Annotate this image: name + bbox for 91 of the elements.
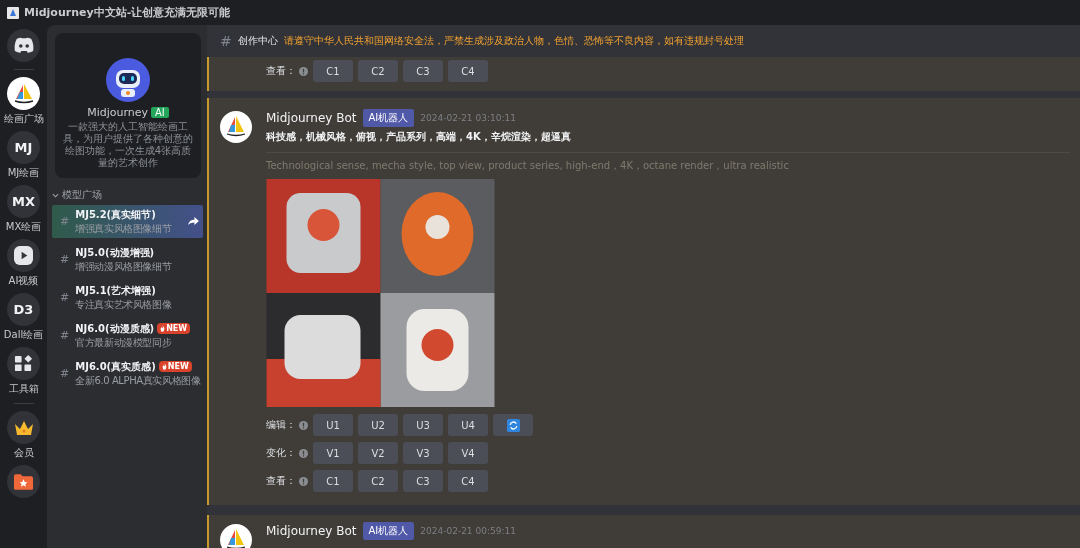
hash-icon: # — [60, 329, 70, 342]
author-name: Midjourney Bot — [266, 524, 357, 538]
prompt-text: 科技感，机械风格，俯视，产品系列，高端，4K，辛烷渲染，超逼真 — [266, 130, 1070, 153]
channel-title: 创作中心 — [237, 34, 278, 48]
bot-badge: AI机器人 — [362, 109, 415, 127]
action-button[interactable]: V3 — [403, 442, 443, 464]
share-icon — [188, 217, 199, 226]
action-button[interactable]: V2 — [358, 442, 398, 464]
flame-icon — [160, 325, 166, 332]
flame-icon — [161, 363, 167, 370]
channel-title: NJ5.0(动漫增强) — [75, 245, 155, 260]
action-button[interactable]: U4 — [448, 414, 488, 436]
bot-avatar — [220, 524, 252, 548]
rail-label: 绘画广场 — [3, 112, 44, 126]
hash-icon: # — [220, 33, 232, 49]
channel-title: MJ6.0(真实质感) — [75, 359, 156, 374]
info-icon — [299, 476, 308, 486]
rail-label: MJ绘画 — [7, 166, 40, 180]
rail-mark: MX — [12, 194, 35, 209]
apps-icon — [14, 354, 33, 373]
info-icon — [299, 66, 308, 76]
action-button[interactable]: V4 — [448, 442, 488, 464]
channel-title: MJ5.2(真实细节) — [75, 207, 156, 222]
folder-icon — [13, 472, 34, 491]
rail-label: 工具箱 — [8, 382, 39, 396]
discord-button[interactable] — [7, 29, 40, 62]
bot-badge: AI机器人 — [362, 522, 415, 540]
action-button[interactable]: U3 — [403, 414, 443, 436]
action-button[interactable]: C3 — [403, 470, 443, 492]
rail-label: Dall绘画 — [3, 328, 44, 342]
row-label: 变化： — [266, 446, 296, 460]
channel-item[interactable]: # NJ6.0(动漫质感) NEW 官方最新动漫模型同步 — [52, 319, 203, 352]
action-button[interactable]: V1 — [313, 442, 353, 464]
notice-text: 请遵守中华人民共和国网络安全法，严禁生成涉及政治人物，色情、恐怖等不良内容，如有违规封号处理 — [283, 34, 744, 48]
section-header[interactable]: 模型广场 — [52, 188, 203, 202]
game-controller-icon — [12, 37, 35, 54]
rail-label: AI视频 — [8, 274, 39, 288]
profile-name: Midjourney — [87, 106, 149, 119]
robot-avatar — [106, 58, 150, 102]
refresh-icon — [506, 418, 520, 432]
play-icon — [14, 246, 33, 265]
new-badge: NEW — [157, 323, 191, 334]
row-label: 查看： — [266, 474, 296, 488]
row-label: 编辑： — [266, 418, 296, 432]
channel-subtitle: 官方最新动漫模型同步 — [75, 335, 173, 350]
channel-subtitle: 专注真实艺术风格图像 — [75, 297, 173, 312]
rail-button[interactable] — [7, 411, 40, 444]
rail-button[interactable] — [7, 239, 40, 272]
rail-button[interactable]: D3 — [7, 293, 40, 326]
info-icon — [299, 448, 308, 458]
rail-button[interactable]: MJ — [7, 131, 40, 164]
channel-subtitle: 增强真实风格图像细节 — [75, 221, 173, 236]
hash-icon: # — [60, 253, 70, 266]
rail-label: MX绘画 — [5, 220, 42, 234]
action-button[interactable]: C1 — [313, 60, 353, 82]
new-badge: NEW — [158, 361, 192, 372]
hash-icon: # — [60, 367, 70, 380]
refresh-button[interactable] — [493, 414, 533, 436]
timestamp: 2024-02-21 03:10:11 — [420, 113, 516, 123]
section-title: 模型广场 — [62, 188, 102, 202]
action-button[interactable]: C2 — [358, 60, 398, 82]
action-button[interactable]: U1 — [313, 414, 353, 436]
rail-mark: MJ — [14, 140, 33, 155]
action-button[interactable]: U2 — [358, 414, 398, 436]
hash-icon: # — [60, 291, 70, 304]
window-title: Midjourney中文站-让创意充满无限可能 — [24, 5, 231, 20]
ai-badge: AI — [151, 107, 169, 118]
action-button[interactable]: C2 — [358, 470, 398, 492]
channel-subtitle: 全新6.0 ALPHA真实风格图像 — [75, 373, 201, 388]
channel-title: NJ6.0(动漫质感) — [75, 321, 155, 336]
row-label: 查看： — [266, 64, 296, 78]
app-logo-icon — [7, 6, 19, 19]
channel-subtitle: 增强动漫风格图像细节 — [75, 259, 173, 274]
author-name: Midjourney Bot — [266, 111, 357, 125]
action-button[interactable]: C4 — [448, 470, 488, 492]
rail-mark: D3 — [13, 302, 34, 317]
channel-title: MJ5.1(艺术增强) — [75, 283, 156, 298]
rail-button[interactable] — [7, 465, 40, 498]
bot-avatar — [220, 111, 252, 143]
action-button[interactable]: C1 — [313, 470, 353, 492]
hash-icon: # — [60, 215, 70, 228]
rail-button[interactable] — [7, 347, 40, 380]
timestamp: 2024-02-21 00:59:11 — [420, 526, 516, 536]
rail-button[interactable] — [7, 77, 40, 110]
action-button[interactable]: C3 — [403, 60, 443, 82]
action-button[interactable]: C4 — [448, 60, 488, 82]
rail-label: 会员 — [13, 446, 34, 460]
info-icon — [299, 420, 308, 430]
profile-description: 一款强大的人工智能绘画工具，为用户提供了各种创意的绘图功能，一次生成4张高质量的艺术创作 — [62, 121, 194, 169]
rail-button[interactable]: MX — [7, 185, 40, 218]
chevron-icon — [52, 192, 59, 198]
